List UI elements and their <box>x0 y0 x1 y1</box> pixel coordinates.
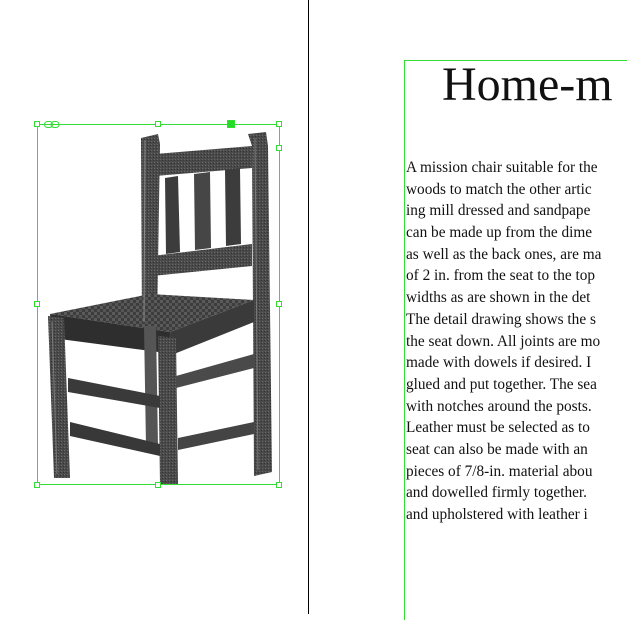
article-body-line: Leather must be selected as to <box>406 417 601 439</box>
resize-handle-middle-right[interactable] <box>276 301 282 307</box>
resize-handle-bottom-middle[interactable] <box>155 482 161 488</box>
resize-handle-middle-left[interactable] <box>34 301 40 307</box>
article-body-line: and dowelled firmly together. <box>406 482 601 504</box>
article-body-line: pieces of 7/8-in. material abou <box>406 461 601 483</box>
article-body-line: made with dowels if desired. I <box>406 352 601 374</box>
article-body-line: woods to match the other artic <box>406 179 601 201</box>
resize-handle-bottom-right[interactable] <box>276 482 282 488</box>
article-body-line: with notches around the posts. <box>406 396 601 418</box>
article-body-line: of 2 in. from the seat to the top <box>406 265 601 287</box>
article-body-line: glued and put together. The sea <box>406 374 601 396</box>
article-body-line: widths as are shown in the det <box>406 287 601 309</box>
resize-handle-right-upper[interactable] <box>276 145 282 151</box>
chair-illustration-icon <box>40 126 278 484</box>
resize-handle-top-left[interactable] <box>34 121 40 127</box>
article-body-line: A mission chair suitable for the <box>406 157 601 179</box>
article-body-line: ing mill dressed and sandpape <box>406 200 601 222</box>
article-headline: Home-m <box>442 56 613 114</box>
article-body-line: The detail drawing shows the s <box>406 309 601 331</box>
article-body-line: can be made up from the dime <box>406 222 601 244</box>
resize-handle-top-middle[interactable] <box>155 121 161 127</box>
article-body: A mission chair suitable for the woods t… <box>406 157 601 526</box>
article-body-line: seat can also be made with an <box>406 439 601 461</box>
article-body-line: and upholstered with leather i <box>406 504 601 526</box>
resize-handle-top-right[interactable] <box>276 121 282 127</box>
resize-handle-bottom-left[interactable] <box>34 482 40 488</box>
spread-gutter-line <box>308 0 309 614</box>
article-body-line: the seat down. All joints are mo <box>406 331 601 353</box>
resize-handle-top-anchor[interactable] <box>227 120 235 128</box>
article-body-line: as well as the back ones, are ma <box>406 244 601 266</box>
chain-link-icon[interactable] <box>44 121 60 128</box>
